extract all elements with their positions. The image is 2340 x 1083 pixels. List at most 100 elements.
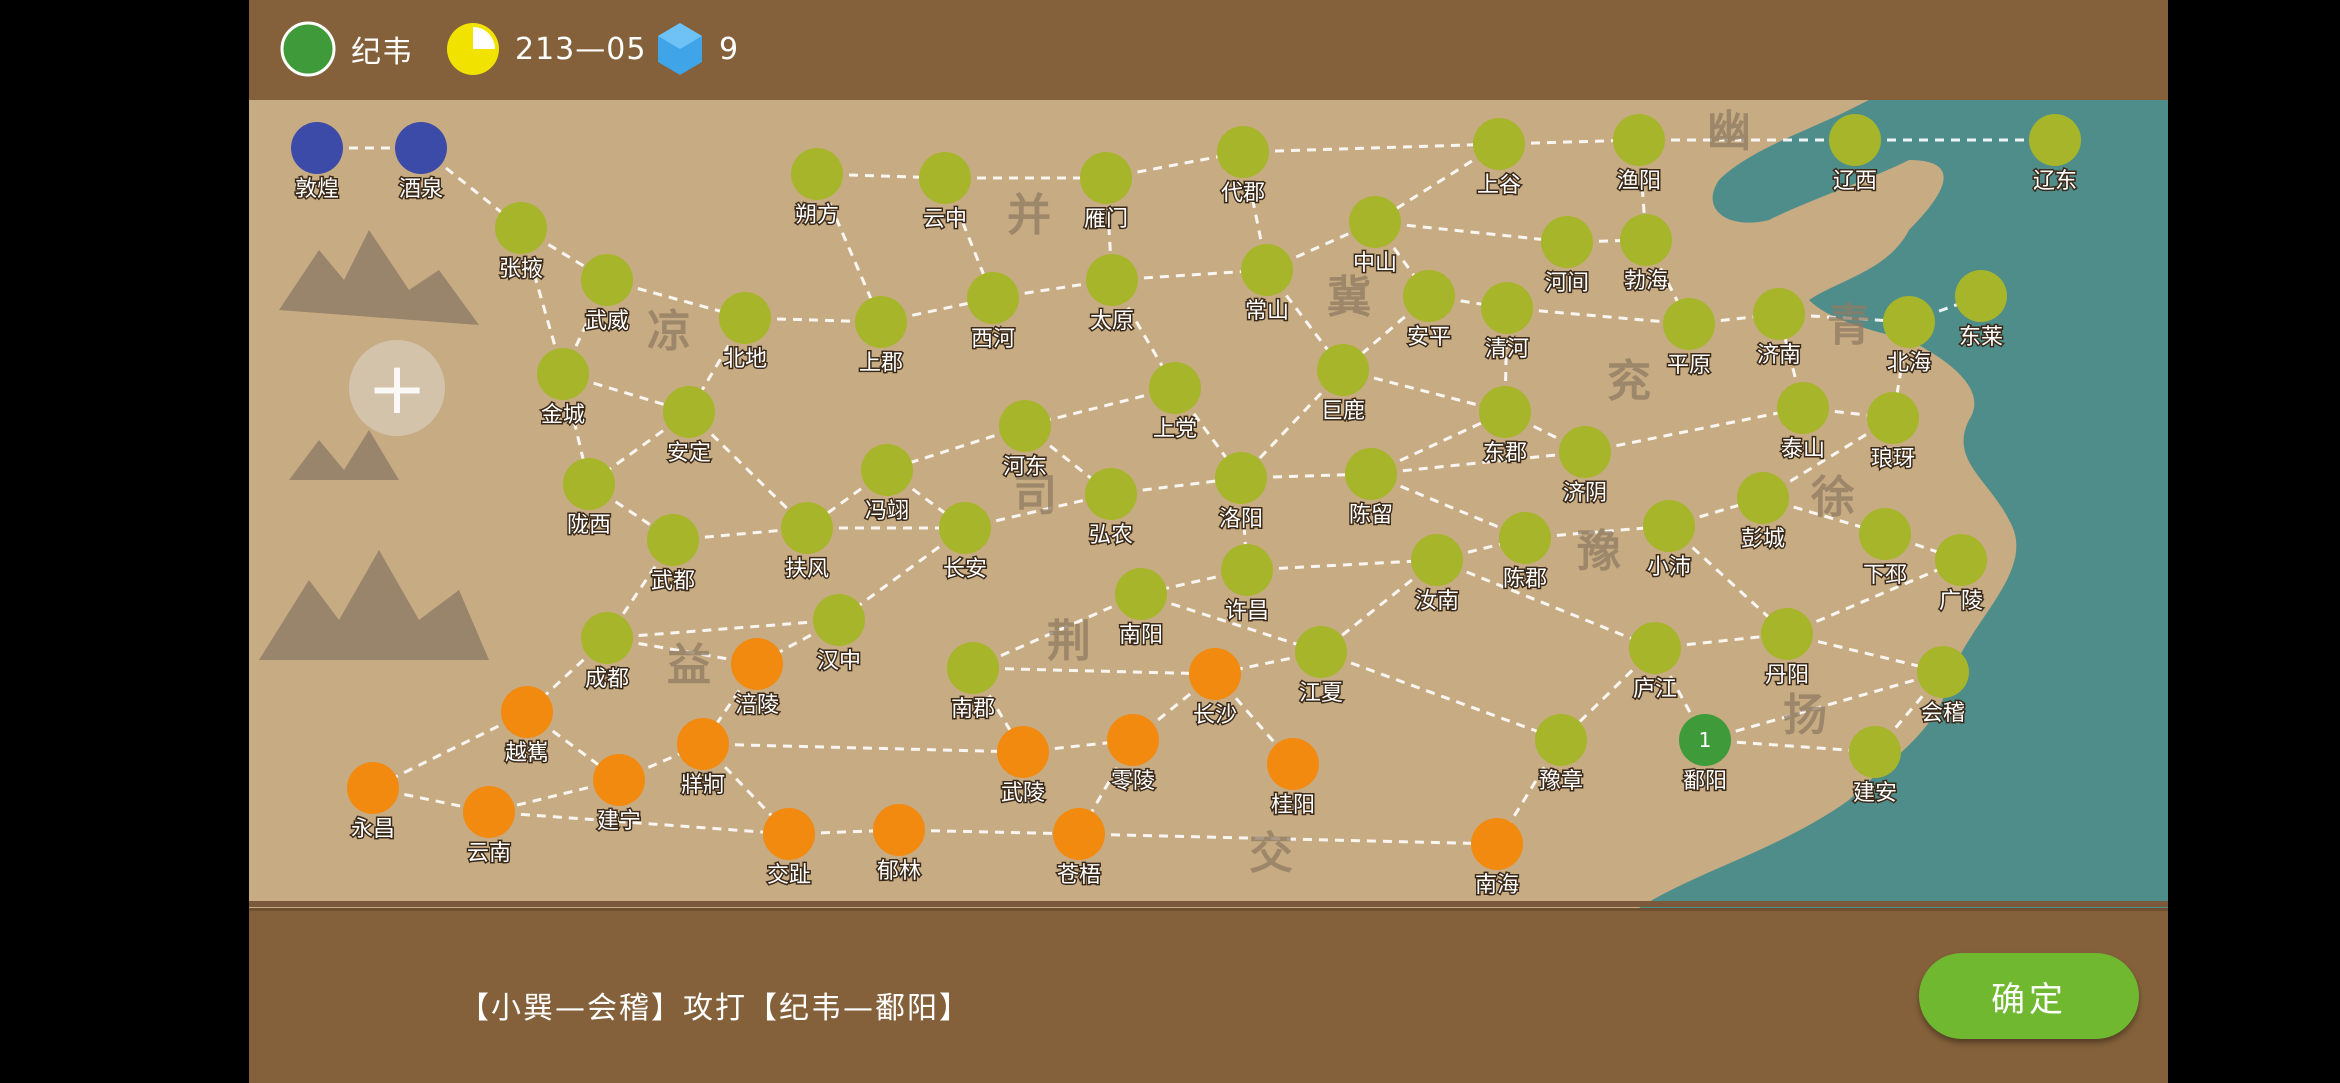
city-渔阳[interactable]: 渔阳 [1613, 114, 1665, 196]
city-marker[interactable] [813, 594, 865, 646]
city-扶风[interactable]: 扶风 [781, 502, 833, 584]
city-marker[interactable] [1403, 270, 1455, 322]
city-marker[interactable] [1345, 448, 1397, 500]
city-牂牁[interactable]: 牂牁 [677, 718, 729, 800]
city-敦煌[interactable]: 敦煌 [291, 122, 343, 204]
city-辽西[interactable]: 辽西 [1829, 114, 1881, 196]
city-marker[interactable] [1955, 270, 2007, 322]
city-安平[interactable]: 安平 [1403, 270, 1455, 352]
city-marker[interactable] [495, 202, 547, 254]
city-长沙[interactable]: 长沙 [1189, 648, 1241, 730]
city-marker[interactable] [947, 642, 999, 694]
city-marker[interactable] [967, 272, 1019, 324]
city-marker[interactable] [1643, 500, 1695, 552]
city-marker[interactable] [1499, 512, 1551, 564]
city-建宁[interactable]: 建宁 [593, 754, 645, 836]
city-marker[interactable] [1085, 468, 1137, 520]
city-平原[interactable]: 平原 [1663, 298, 1715, 380]
city-张掖[interactable]: 张掖 [495, 202, 547, 284]
city-marker[interactable] [581, 612, 633, 664]
city-marker[interactable] [291, 122, 343, 174]
city-越嶲[interactable]: 越嶲 [501, 686, 553, 768]
city-河间[interactable]: 河间 [1541, 216, 1593, 298]
city-marker[interactable] [861, 444, 913, 496]
city-中山[interactable]: 中山 [1349, 196, 1401, 278]
city-太原[interactable]: 太原 [1086, 254, 1138, 336]
city-涪陵[interactable]: 涪陵 [731, 638, 783, 720]
city-郁林[interactable]: 郁林 [873, 804, 925, 886]
city-marker[interactable] [347, 762, 399, 814]
city-桂阳[interactable]: 桂阳 [1267, 738, 1319, 820]
city-汝南[interactable]: 汝南 [1411, 534, 1463, 616]
city-建安[interactable]: 建安 [1849, 726, 1901, 808]
city-marker[interactable] [1829, 114, 1881, 166]
city-marker[interactable] [1107, 714, 1159, 766]
city-交趾[interactable]: 交趾 [763, 808, 815, 890]
city-marker[interactable] [2029, 114, 2081, 166]
city-marker[interactable] [1481, 282, 1533, 334]
city-marker[interactable] [1189, 648, 1241, 700]
city-武都[interactable]: 武都 [647, 514, 699, 596]
city-marker[interactable] [1620, 214, 1672, 266]
city-marker[interactable] [873, 804, 925, 856]
city-辽东[interactable]: 辽东 [2029, 114, 2081, 196]
city-marker[interactable] [1761, 608, 1813, 660]
city-marker[interactable] [919, 152, 971, 204]
city-南海[interactable]: 南海 [1471, 818, 1523, 900]
city-marker[interactable] [997, 726, 1049, 778]
city-庐江[interactable]: 庐江 [1629, 622, 1681, 704]
city-彭城[interactable]: 彭城 [1737, 472, 1789, 554]
city-许昌[interactable]: 许昌 [1221, 544, 1273, 626]
city-marker[interactable] [1867, 392, 1919, 444]
city-marker[interactable] [1149, 362, 1201, 414]
city-marker[interactable] [1086, 254, 1138, 306]
city-弘农[interactable]: 弘农 [1085, 468, 1137, 550]
zoom-in-button[interactable]: + [349, 340, 445, 436]
city-marker[interactable] [719, 292, 771, 344]
city-下邳[interactable]: 下邳 [1859, 508, 1911, 590]
city-marker[interactable] [763, 808, 815, 860]
city-武威[interactable]: 武威 [581, 254, 633, 336]
city-marker[interactable] [1737, 472, 1789, 524]
city-marker[interactable] [1917, 646, 1969, 698]
city-会稽[interactable]: 会稽 [1917, 646, 1969, 728]
city-marker[interactable] [1629, 622, 1681, 674]
city-marker[interactable] [1317, 344, 1369, 396]
city-苍梧[interactable]: 苍梧 [1053, 808, 1105, 890]
city-marker[interactable] [1541, 216, 1593, 268]
city-marker[interactable] [781, 502, 833, 554]
confirm-button[interactable]: 确定 [1919, 953, 2139, 1039]
city-marker[interactable] [537, 348, 589, 400]
city-洛阳[interactable]: 洛阳 [1215, 452, 1267, 534]
city-金城[interactable]: 金城 [537, 348, 589, 430]
city-marker[interactable] [1349, 196, 1401, 248]
city-上谷[interactable]: 上谷 [1473, 118, 1525, 200]
world-map[interactable]: 幽并冀凉兖青司 徐豫益 荆扬交 敦煌 酒泉张掖武威北地金城安定陇西武都朔方 云中 雁门代郡… [249, 100, 2168, 908]
city-长安[interactable]: 长安 [939, 502, 991, 584]
city-marker[interactable] [1267, 738, 1319, 790]
city-marker[interactable] [1241, 244, 1293, 296]
city-marker[interactable] [1221, 544, 1273, 596]
city-marker[interactable] [1479, 386, 1531, 438]
city-marker[interactable] [1663, 298, 1715, 350]
city-marker[interactable] [1859, 508, 1911, 560]
city-巨鹿[interactable]: 巨鹿 [1317, 344, 1369, 426]
city-上党[interactable]: 上党 [1149, 362, 1201, 444]
city-marker[interactable] [1411, 534, 1463, 586]
city-济南[interactable]: 济南 [1753, 288, 1805, 370]
city-汉中[interactable]: 汉中 [813, 594, 865, 676]
city-marker[interactable] [463, 786, 515, 838]
city-永昌[interactable]: 永昌 [347, 762, 399, 844]
city-marker[interactable] [1215, 452, 1267, 504]
city-marker[interactable] [563, 458, 615, 510]
city-陈留[interactable]: 陈留 [1345, 448, 1397, 530]
city-北地[interactable]: 北地 [719, 292, 771, 374]
city-小沛[interactable]: 小沛 [1643, 500, 1695, 582]
city-豫章[interactable]: 豫章 [1535, 714, 1587, 796]
city-江夏[interactable]: 江夏 [1295, 626, 1347, 708]
city-marker[interactable] [1473, 118, 1525, 170]
city-marker[interactable] [855, 296, 907, 348]
city-代郡[interactable]: 代郡 [1217, 126, 1269, 208]
city-东莱[interactable]: 东莱 [1955, 270, 2007, 352]
city-marker[interactable] [1115, 568, 1167, 620]
